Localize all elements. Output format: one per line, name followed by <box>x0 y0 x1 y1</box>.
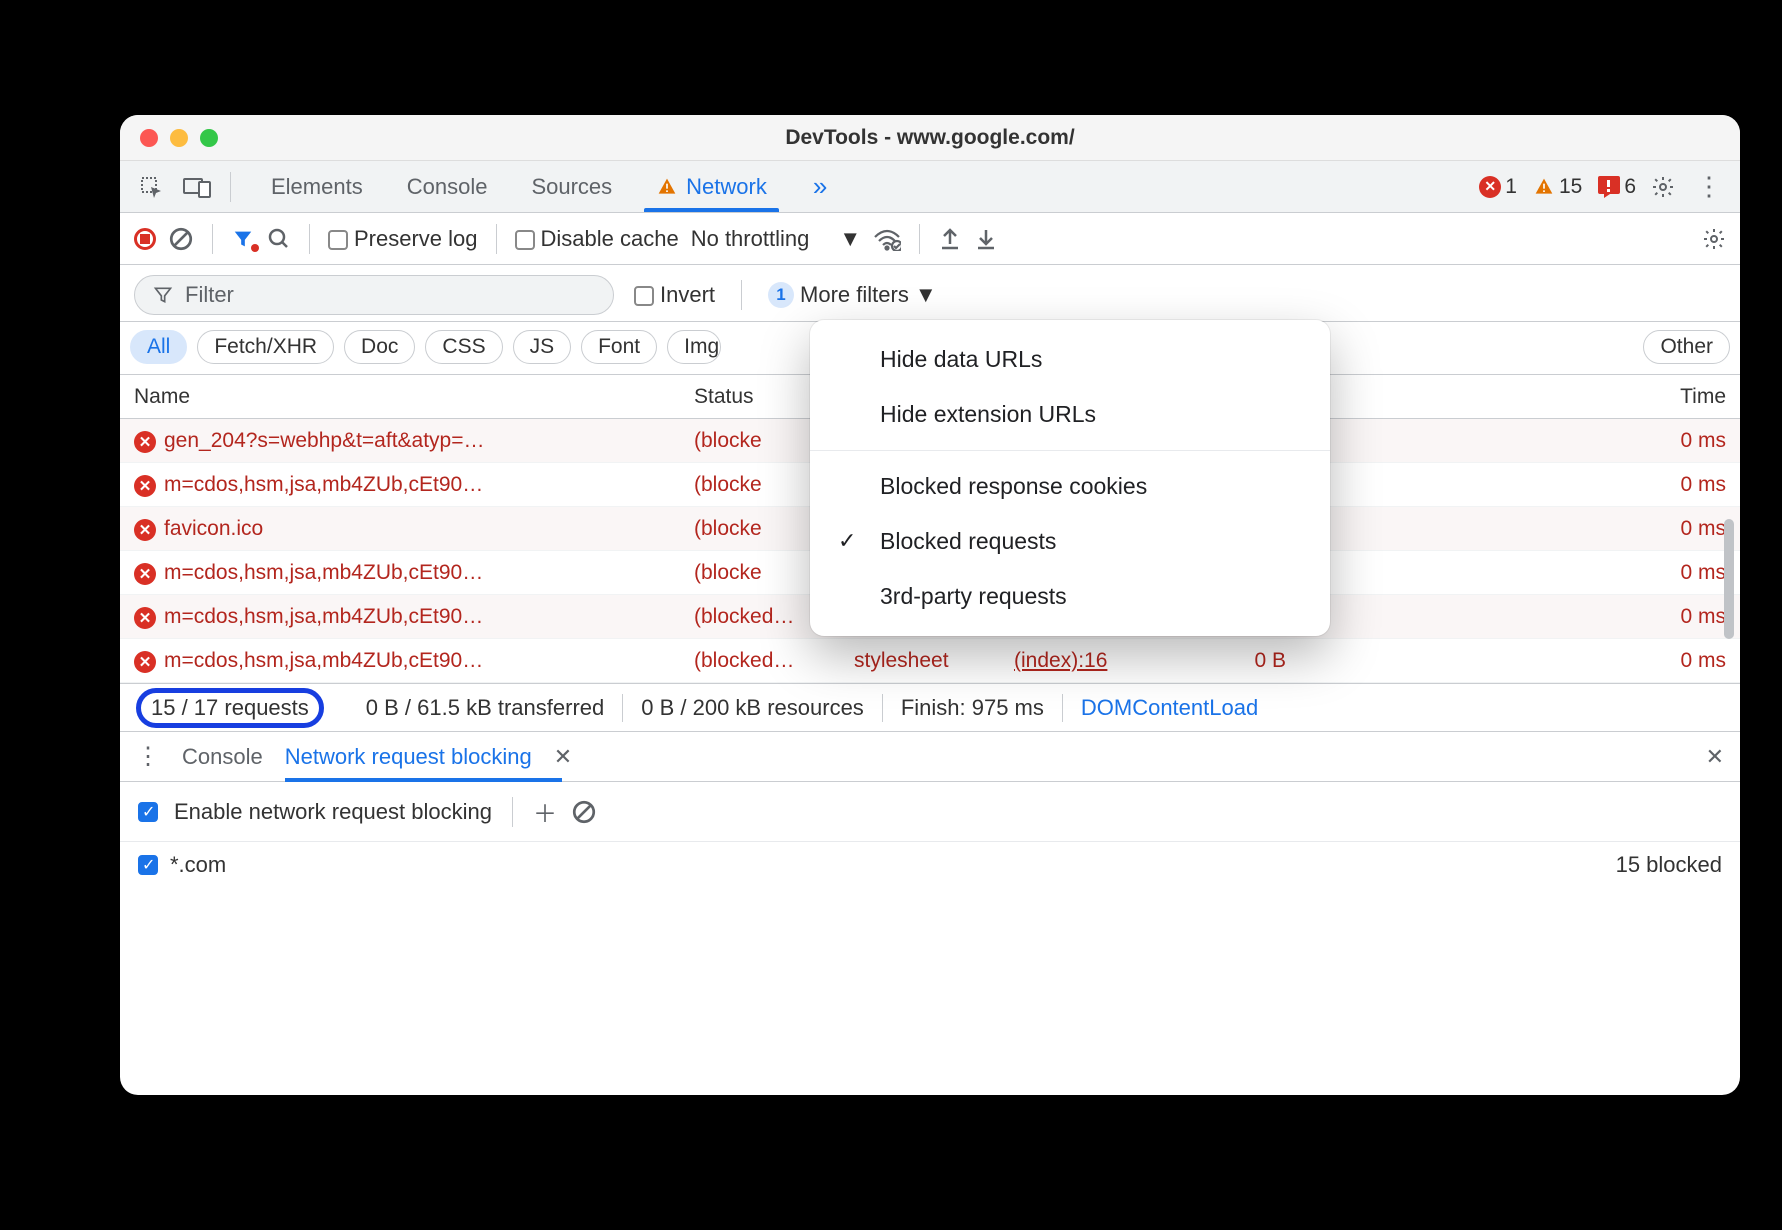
download-har-icon[interactable] <box>974 226 998 252</box>
invert-checkbox[interactable]: Invert <box>634 282 715 308</box>
blocked-icon: ✕ <box>134 563 156 585</box>
warning-count: 15 <box>1559 175 1582 199</box>
blocked-icon: ✕ <box>134 475 156 497</box>
settings-gear-icon[interactable] <box>1644 169 1682 205</box>
upload-har-icon[interactable] <box>938 226 962 252</box>
maximize-window-button[interactable] <box>200 129 218 147</box>
chip-fetch-xhr[interactable]: Fetch/XHR <box>197 330 334 364</box>
chip-img[interactable]: Img <box>667 330 721 364</box>
tab-elements[interactable]: Elements <box>249 161 385 212</box>
search-icon[interactable] <box>267 227 291 251</box>
pattern-blocked-count: 15 blocked <box>1616 852 1722 878</box>
menu-hide-extension-urls[interactable]: Hide extension URLs <box>810 387 1330 442</box>
message-count: 6 <box>1624 175 1636 199</box>
menu-3rd-party-requests[interactable]: 3rd-party requests <box>810 569 1330 624</box>
more-filters-dropdown[interactable]: 1 More filters ▼ <box>768 282 937 308</box>
close-window-button[interactable] <box>140 129 158 147</box>
window-title: DevTools - www.google.com/ <box>120 126 1740 150</box>
tab-console[interactable]: Console <box>385 161 510 212</box>
filter-placeholder: Filter <box>185 282 234 308</box>
devtools-window: DevTools - www.google.com/ Elements Cons… <box>120 115 1740 1095</box>
blocked-icon: ✕ <box>134 607 156 629</box>
tab-sources[interactable]: Sources <box>509 161 634 212</box>
traffic-lights <box>120 129 218 147</box>
add-pattern-icon[interactable]: ＋ <box>533 794 557 829</box>
warning-icon <box>1533 177 1555 197</box>
chip-css[interactable]: CSS <box>425 330 502 364</box>
scrollbar-thumb[interactable] <box>1724 519 1734 639</box>
device-toggle-icon[interactable] <box>178 169 216 205</box>
titlebar: DevTools - www.google.com/ <box>120 115 1740 161</box>
drawer-body: Enable network request blocking ＋ *.com … <box>120 781 1740 900</box>
close-drawer-tab-icon[interactable]: ✕ <box>554 744 572 770</box>
filter-toggle-icon[interactable] <box>231 228 255 250</box>
drawer-header: ⋮ Console Network request blocking ✕ ✕ <box>120 731 1740 781</box>
more-filters-badge: 1 <box>768 282 794 308</box>
menu-blocked-requests[interactable]: ✓ Blocked requests <box>810 514 1330 569</box>
check-icon: ✓ <box>838 528 856 554</box>
pattern-text: *.com <box>170 852 226 878</box>
pattern-enabled-checkbox[interactable] <box>138 855 158 875</box>
tabs-overflow-button[interactable]: » <box>797 171 843 202</box>
more-filters-menu: Hide data URLs Hide extension URLs Block… <box>810 320 1330 636</box>
drawer-kebab-icon[interactable]: ⋮ <box>136 742 160 771</box>
record-button[interactable] <box>134 228 156 250</box>
drawer-tab-network-request-blocking[interactable]: Network request blocking <box>285 734 532 780</box>
chip-doc[interactable]: Doc <box>344 330 415 364</box>
network-toolbar: Preserve log Disable cache No throttling… <box>120 213 1740 265</box>
chip-font[interactable]: Font <box>581 330 657 364</box>
network-status-bar: 15 / 17 requests 0 B / 61.5 kB transferr… <box>120 683 1740 731</box>
kebab-menu-icon[interactable]: ⋮ <box>1690 169 1728 205</box>
filter-input[interactable]: Filter <box>134 275 614 315</box>
finish-stat: Finish: 975 ms <box>883 694 1063 722</box>
transferred-stat: 0 B / 61.5 kB transferred <box>348 694 623 722</box>
throttling-select[interactable]: No throttling▼ <box>691 226 861 252</box>
tab-network[interactable]: Network <box>634 161 789 212</box>
network-settings-gear-icon[interactable] <box>1702 227 1726 251</box>
enable-blocking-checkbox[interactable]: Enable network request blocking <box>138 799 492 825</box>
disable-cache-checkbox[interactable]: Disable cache <box>515 226 679 252</box>
funnel-icon <box>153 285 173 305</box>
clear-button[interactable] <box>168 226 194 252</box>
menu-hide-data-urls[interactable]: Hide data URLs <box>810 332 1330 387</box>
drawer-tab-console[interactable]: Console <box>182 734 263 780</box>
filter-bar: Filter Invert 1 More filters ▼ <box>120 265 1740 322</box>
chip-other[interactable]: Other <box>1643 330 1730 364</box>
col-time[interactable]: Time <box>1300 385 1740 409</box>
warning-icon <box>656 177 678 197</box>
requests-count-highlight: 15 / 17 requests <box>136 688 324 728</box>
col-name[interactable]: Name <box>120 385 680 409</box>
blocked-icon: ✕ <box>134 431 156 453</box>
devtools-tabstrip: Elements Console Sources Network » ✕1 15… <box>120 161 1740 213</box>
network-conditions-icon[interactable] <box>873 227 901 251</box>
resources-stat: 0 B / 200 kB resources <box>623 694 883 722</box>
menu-blocked-response-cookies[interactable]: Blocked response cookies <box>810 459 1330 514</box>
clear-patterns-icon[interactable] <box>571 799 597 825</box>
blocked-icon: ✕ <box>134 519 156 541</box>
blocked-icon: ✕ <box>134 651 156 673</box>
issue-badges[interactable]: ✕1 15 6 <box>1479 175 1636 199</box>
chip-js[interactable]: JS <box>513 330 572 364</box>
preserve-log-checkbox[interactable]: Preserve log <box>328 226 478 252</box>
blocking-pattern-row[interactable]: *.com 15 blocked <box>138 842 1722 888</box>
error-icon: ✕ <box>1479 176 1501 198</box>
domcontentloaded-stat: DOMContentLoad <box>1063 694 1276 722</box>
message-icon <box>1598 176 1620 198</box>
inspect-element-icon[interactable] <box>132 169 170 205</box>
error-count: 1 <box>1505 175 1517 199</box>
table-row[interactable]: ✕m=cdos,hsm,jsa,mb4ZUb,cEt90…(blocked…st… <box>120 639 1740 683</box>
chip-all[interactable]: All <box>130 330 187 364</box>
close-drawer-icon[interactable]: ✕ <box>1706 744 1724 770</box>
minimize-window-button[interactable] <box>170 129 188 147</box>
